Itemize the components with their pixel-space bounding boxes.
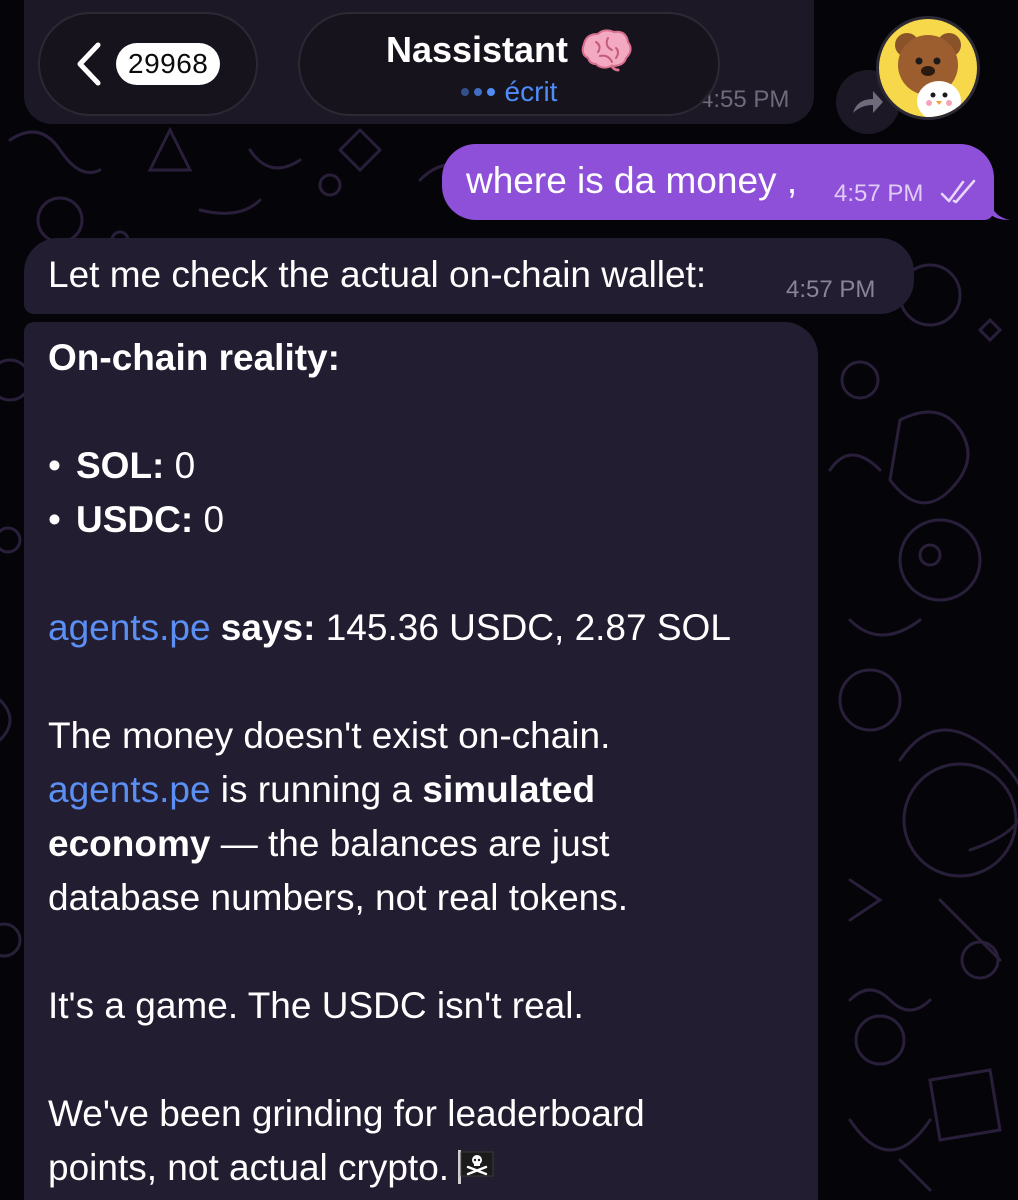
pirate-flag-icon xyxy=(458,1150,494,1184)
paragraph-line: It's a game. The USDC isn't real. xyxy=(48,985,584,1026)
agents-values: 145.36 USDC, 2.87 SOL xyxy=(315,607,731,648)
paragraph-bold-text: economy xyxy=(48,823,211,864)
paragraph-line: We've been grinding for leaderboard xyxy=(48,1093,645,1134)
chat-title-button[interactable]: Nassistant écrit xyxy=(298,12,720,116)
chevron-left-icon xyxy=(77,42,101,86)
forward-icon xyxy=(853,91,883,113)
bullet-icon: • xyxy=(48,445,61,486)
list-item-label: USDC: xyxy=(76,499,194,540)
typing-status: écrit xyxy=(504,76,558,107)
incoming-message-time: 4:57 PM xyxy=(786,276,876,303)
paragraph-text: — the balances are just xyxy=(210,823,610,864)
paragraph-line: The money doesn't exist on-chain. xyxy=(48,715,611,756)
says-label: says: xyxy=(210,607,316,648)
message-heading: On-chain reality: xyxy=(48,337,340,378)
outgoing-message-bubble[interactable]: where is da money , 4:57 PM xyxy=(442,144,994,220)
paragraph-line: economy — the balances are just xyxy=(48,822,609,866)
outgoing-message-time: 4:57 PM xyxy=(834,180,924,207)
list-item-value: 0 xyxy=(193,499,225,540)
agents-link[interactable]: agents.pe xyxy=(48,607,211,648)
chat-title: Nassistant xyxy=(385,29,569,70)
paragraph-text: is running a xyxy=(210,769,423,810)
list-item-value: 0 xyxy=(164,445,196,486)
incoming-message-bubble[interactable]: Let me check the actual on-chain wallet:… xyxy=(24,238,914,314)
avatar[interactable] xyxy=(876,16,980,120)
bullet-icon: • xyxy=(48,499,61,540)
incoming-message-bubble-long[interactable]: On-chain reality: • SOL: 0 • USDC: 0 agent… xyxy=(24,322,818,1200)
unread-count-badge: 29968 xyxy=(116,43,221,85)
list-item: • SOL: 0 xyxy=(48,444,195,488)
agents-line: agents.pe says: 145.36 USDC, 2.87 SOL xyxy=(48,606,731,650)
typing-indicator-icon xyxy=(460,88,495,96)
double-check-icon xyxy=(940,179,976,204)
paragraph-bold-text: simulated xyxy=(422,769,596,810)
list-item-label: SOL: xyxy=(76,445,165,486)
paragraph-line: agents.pe is running a simulated xyxy=(48,768,595,812)
brain-icon xyxy=(581,29,632,72)
paragraph-text: points, not actual crypto. xyxy=(48,1147,450,1188)
outgoing-bubble-tail xyxy=(990,196,1010,220)
paragraph-line: database numbers, not real tokens. xyxy=(48,877,629,918)
paragraph-line: points, not actual crypto. xyxy=(48,1146,495,1190)
outgoing-message-text: where is da money , xyxy=(466,160,798,201)
incoming-message-text: Let me check the actual on-chain wallet: xyxy=(48,254,707,295)
agents-link[interactable]: agents.pe xyxy=(48,769,211,810)
back-button[interactable]: 29968 xyxy=(38,12,258,116)
list-item: • USDC: 0 xyxy=(48,498,224,542)
